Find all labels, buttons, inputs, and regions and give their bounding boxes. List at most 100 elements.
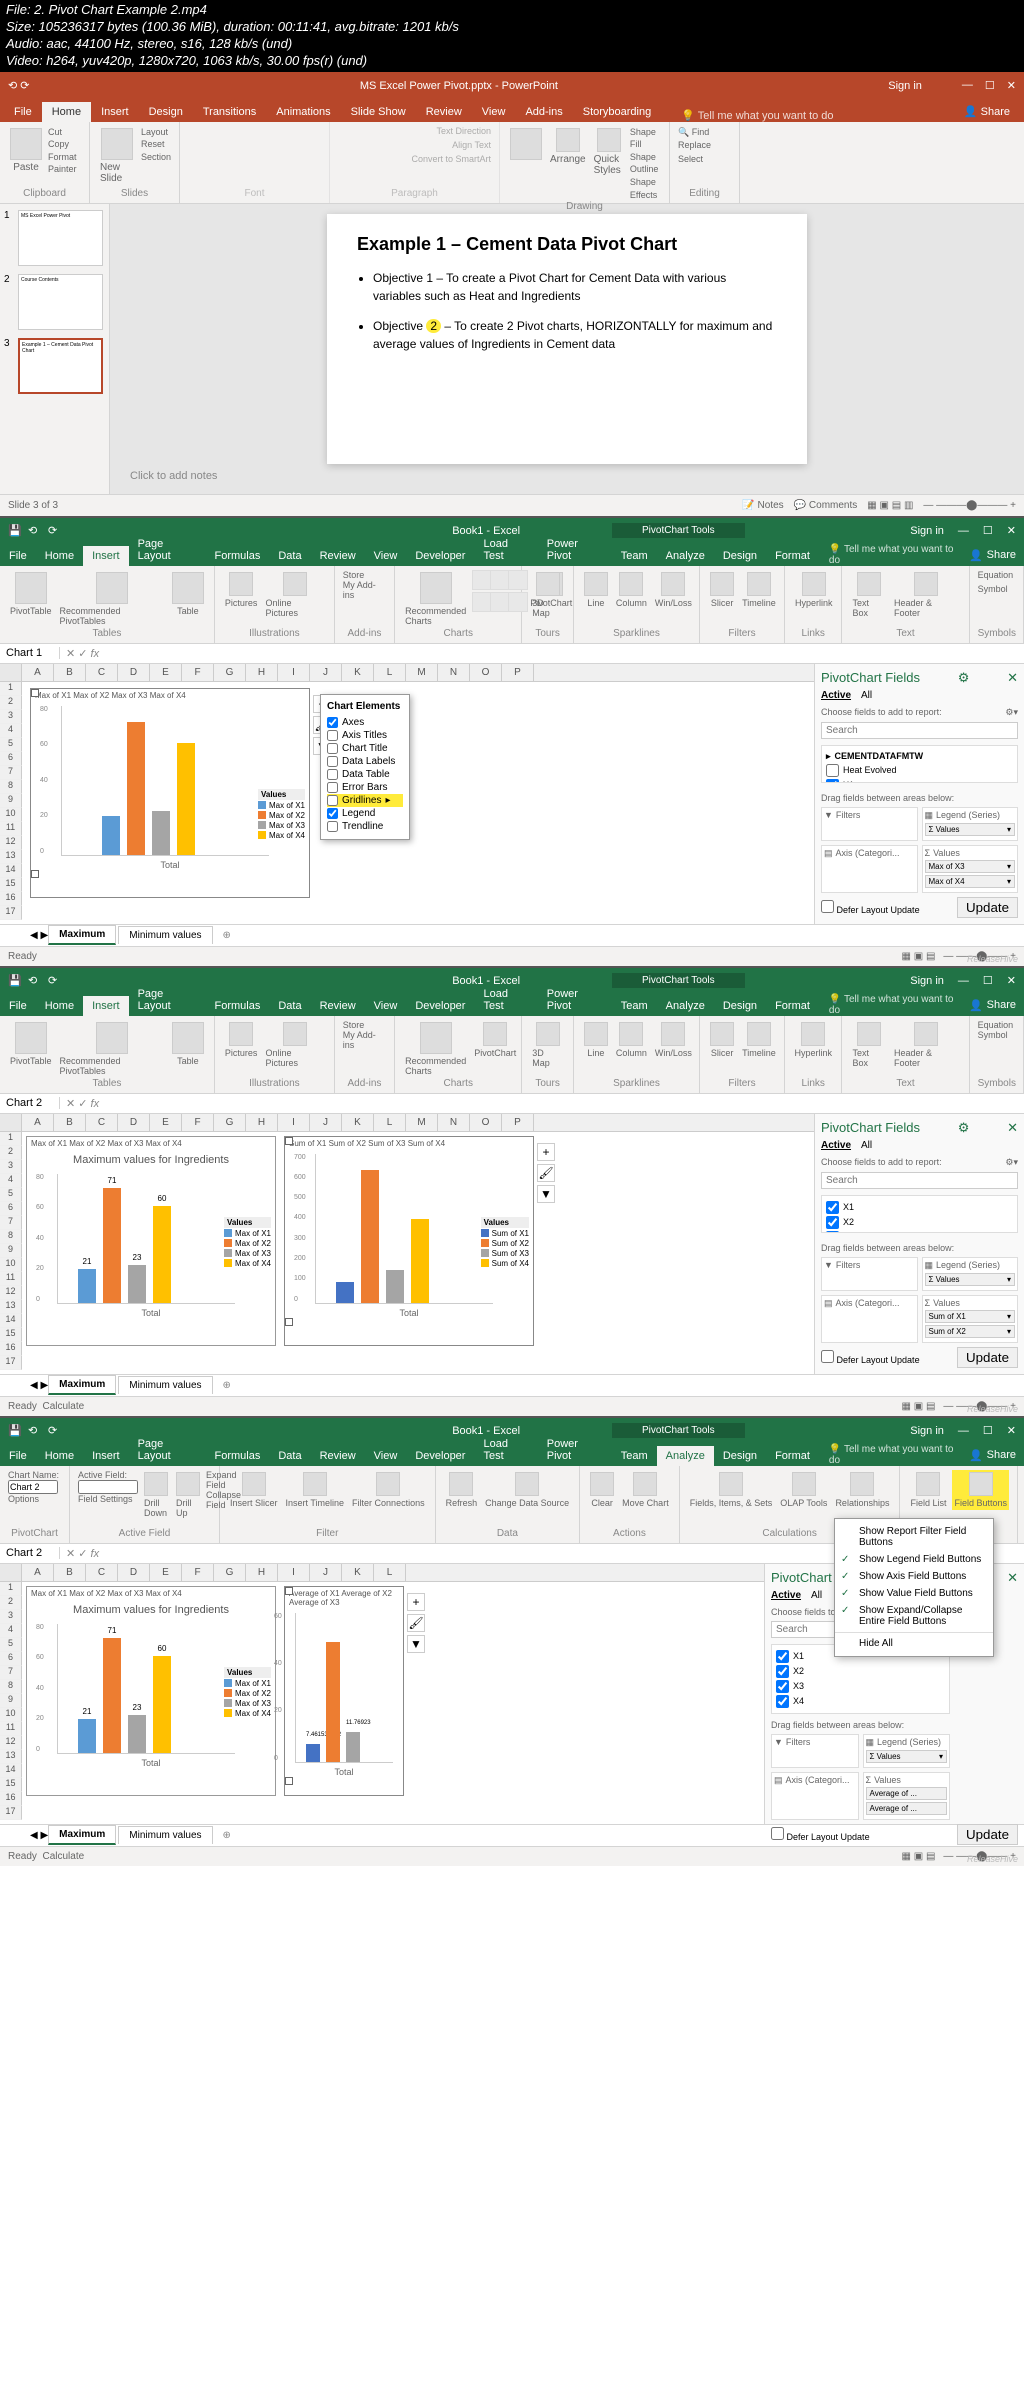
thumbnail-1[interactable]: MS Excel Power Pivot <box>18 210 103 266</box>
avg-chart[interactable]: Average of X1 Average of X2 Average of X… <box>284 1586 404 1796</box>
sum-chart[interactable]: Sum of X1 Sum of X2 Sum of X3 Sum of X4 … <box>284 1136 534 1346</box>
tab-formulas[interactable]: Formulas <box>206 546 270 566</box>
thumbnail-3[interactable]: Example 1 – Cement Data Pivot Chart <box>18 338 103 394</box>
excel-window-3: 💾⟲⟳Book1 - ExcelPivotChart ToolsSign in—… <box>0 1416 1024 1866</box>
tab-view[interactable]: View <box>472 102 516 122</box>
paste-button[interactable]: Paste <box>8 126 44 175</box>
close-icon[interactable]: ✕ <box>1007 79 1016 92</box>
tab-insert[interactable]: Insert <box>83 546 129 566</box>
recommended-pt[interactable]: Recommended PivotTables <box>58 570 166 628</box>
tab-home[interactable]: Home <box>42 102 91 122</box>
gear-icon[interactable]: ⚙ <box>958 670 970 686</box>
layout-button[interactable]: Layout <box>141 126 171 139</box>
tab-storyboarding[interactable]: Storyboarding <box>573 102 662 122</box>
new-slide-button[interactable]: New Slide <box>98 126 137 186</box>
tab-view[interactable]: View <box>365 546 407 566</box>
replace-button[interactable]: Replace <box>678 139 731 153</box>
tell-me[interactable]: 💡 Tell me what you want to do <box>829 544 961 566</box>
pivot-chart-1[interactable]: Max of X1 Max of X2 Max of X3 Max of X4 … <box>30 688 310 898</box>
tab-powerpivot[interactable]: Power Pivot <box>538 534 612 566</box>
section-button[interactable]: Section <box>141 151 171 164</box>
quick-styles[interactable]: Quick Styles <box>592 126 626 178</box>
find-button[interactable]: 🔍 Find <box>678 126 731 140</box>
table-button[interactable]: Table <box>170 570 206 618</box>
add-sheet-button[interactable]: ⊕ <box>215 927 239 944</box>
slicer-button[interactable]: Slicer <box>708 570 736 610</box>
maximize-icon[interactable]: ☐ <box>985 79 995 92</box>
close-icon[interactable]: ✕ <box>1007 524 1016 537</box>
signin-link[interactable]: Sign in <box>888 80 922 92</box>
tab-animations[interactable]: Animations <box>266 102 340 122</box>
tab-file[interactable]: File <box>0 546 36 566</box>
save-icon[interactable]: 💾 <box>8 524 22 538</box>
pictures-button[interactable]: Pictures <box>223 570 260 610</box>
bullet-2: Objective 2 – To create 2 Pivot charts, … <box>373 317 777 353</box>
tab-format[interactable]: Format <box>766 546 819 566</box>
tab-transitions[interactable]: Transitions <box>193 102 266 122</box>
tab-team[interactable]: Team <box>612 546 657 566</box>
sheet-maximum[interactable]: Maximum <box>48 925 116 945</box>
tab-insert[interactable]: Insert <box>91 102 139 122</box>
slide-thumbnails: 1MS Excel Power Pivot 2Course Contents 3… <box>0 204 110 494</box>
thumbnail-2[interactable]: Course Contents <box>18 274 103 330</box>
max-chart-3[interactable]: Max of X1 Max of X2 Max of X3 Max of X4 … <box>26 1586 276 1796</box>
tab-home[interactable]: Home <box>36 546 83 566</box>
notes-placeholder[interactable]: Click to add notes <box>110 464 1024 488</box>
search-input[interactable] <box>821 722 1018 739</box>
select-button[interactable]: Select <box>678 153 731 167</box>
comments-button[interactable]: 💬 Comments <box>794 500 858 511</box>
tab-review[interactable]: Review <box>416 102 472 122</box>
cut-button[interactable]: Cut <box>48 126 81 139</box>
hyperlink-button[interactable]: Hyperlink <box>793 570 835 610</box>
shape-fill[interactable]: Shape Fill <box>630 126 661 151</box>
view-buttons[interactable]: ▦ ▣ ▤ ▥ <box>867 500 913 511</box>
reset-button[interactable]: Reset <box>141 138 171 151</box>
maximize-icon[interactable]: ☐ <box>983 524 993 537</box>
tell-me[interactable]: 💡 Tell me what you want to do <box>681 109 833 122</box>
slide-canvas[interactable]: Example 1 – Cement Data Pivot Chart Obje… <box>327 214 807 464</box>
pivottable-button[interactable]: PivotTable <box>8 570 54 618</box>
shapes-button[interactable] <box>508 126 544 162</box>
shape-effects[interactable]: Shape Effects <box>630 176 661 201</box>
tab-pagelayout[interactable]: Page Layout <box>129 534 206 566</box>
tab-design[interactable]: Design <box>139 102 193 122</box>
arrange-button[interactable]: Arrange <box>548 126 588 167</box>
signin-link[interactable]: Sign in <box>910 525 944 537</box>
share-button[interactable]: 👤 Share <box>961 545 1024 566</box>
online-pictures[interactable]: Online Pictures <box>263 570 325 620</box>
tab-file[interactable]: File <box>4 102 42 122</box>
store-button[interactable]: Store <box>343 570 386 580</box>
field-buttons[interactable]: Field Buttons <box>952 1470 1009 1510</box>
minimize-icon[interactable]: — <box>958 525 969 537</box>
update-button[interactable]: Update <box>957 897 1018 918</box>
tab-slideshow[interactable]: Slide Show <box>341 102 416 122</box>
tab-design[interactable]: Design <box>714 546 766 566</box>
close-pane-icon[interactable]: ✕ <box>1007 670 1018 686</box>
tab-analyze[interactable]: Analyze <box>657 546 714 566</box>
tab-data[interactable]: Data <box>269 546 310 566</box>
excel-window-1: 💾⟲⟳ Book1 - Excel PivotChart Tools Sign … <box>0 516 1024 966</box>
tab-loadtest[interactable]: Load Test <box>474 534 537 566</box>
recommended-charts[interactable]: Recommended Charts <box>403 570 468 628</box>
tab-developer[interactable]: Developer <box>406 546 474 566</box>
timeline-button[interactable]: Timeline <box>740 570 778 610</box>
ex-statusbar: Ready ▦ ▣ ▤— ——⬤—— + ReleaseHive <box>0 946 1024 966</box>
shape-outline[interactable]: Shape Outline <box>630 151 661 176</box>
zoom-slider[interactable]: — ———⬤——— + <box>923 500 1016 511</box>
name-box[interactable]: Chart 1 <box>0 647 60 659</box>
worksheet-grid[interactable]: ABCDEFGHIJKLMNOP 12345678910111213141516… <box>0 664 814 924</box>
slide-title: Example 1 – Cement Data Pivot Chart <box>357 234 777 255</box>
sheet-minimum[interactable]: Minimum values <box>118 926 212 944</box>
field-buttons-menu: Show Report Filter Field Buttons ✓Show L… <box>834 1518 994 1657</box>
copy-button[interactable]: Copy <box>48 138 81 151</box>
3d-map[interactable]: 3D Map <box>530 570 565 620</box>
tab-review[interactable]: Review <box>311 546 365 566</box>
notes-button[interactable]: 📝 Notes <box>742 500 783 511</box>
tab-addins[interactable]: Add-ins <box>515 102 572 122</box>
share-button[interactable]: 👤 Share <box>954 101 1020 122</box>
pp-ribbon-tabs: File Home Insert Design Transitions Anim… <box>0 100 1024 122</box>
format-painter[interactable]: Format Painter <box>48 151 81 176</box>
minimize-icon[interactable]: — <box>962 79 973 92</box>
myaddins-button[interactable]: My Add-ins <box>343 580 386 600</box>
max-chart[interactable]: Max of X1 Max of X2 Max of X3 Max of X4 … <box>26 1136 276 1346</box>
